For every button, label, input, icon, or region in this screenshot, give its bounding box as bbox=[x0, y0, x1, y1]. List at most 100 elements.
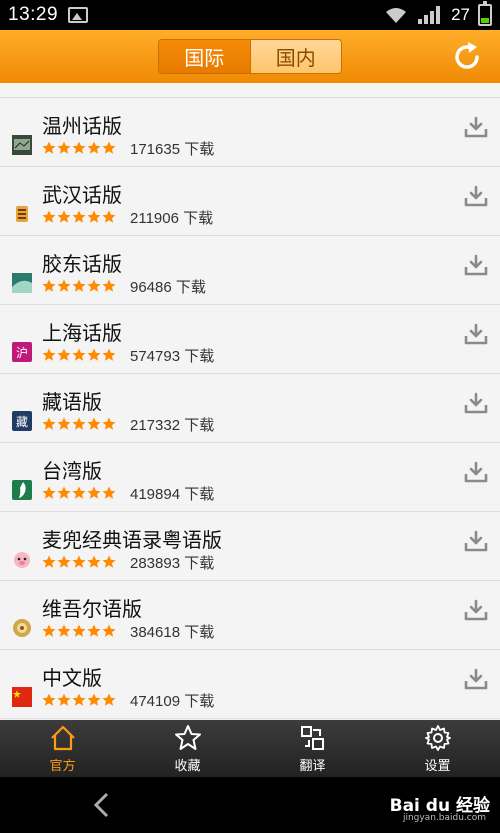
download-button[interactable] bbox=[464, 322, 488, 346]
chinese-flag-app-icon bbox=[12, 687, 32, 707]
rating-star-icon bbox=[72, 209, 86, 228]
rating-star-icon bbox=[57, 140, 71, 159]
item-name: 上海话版 bbox=[42, 321, 122, 345]
nav-official-label: 官方 bbox=[49, 758, 76, 774]
download-count: 419894 下载 bbox=[130, 486, 215, 503]
download-icon bbox=[464, 323, 488, 345]
wuhan-app-icon bbox=[12, 204, 32, 224]
rating-star-icon bbox=[72, 278, 86, 297]
rating-star-icon bbox=[87, 140, 101, 159]
jiaodong-app-icon bbox=[12, 273, 32, 293]
wifi-icon bbox=[386, 8, 407, 23]
list-item[interactable]: 台湾版 419894 下载 bbox=[0, 443, 500, 512]
rating-star-icon bbox=[87, 209, 101, 228]
tibetan-icon-glyph: 藏 bbox=[16, 415, 28, 429]
rating-star-icon bbox=[57, 554, 71, 573]
item-name: 中文版 bbox=[42, 666, 102, 690]
nav-official[interactable]: 官方 bbox=[0, 720, 125, 777]
download-button[interactable] bbox=[464, 598, 488, 622]
battery-level: 27 bbox=[451, 5, 470, 24]
nav-settings[interactable]: 设置 bbox=[375, 720, 500, 777]
tab-international[interactable]: 国际 bbox=[159, 40, 250, 73]
app-list: 温州话版 171635 下载武汉话版 211906 下载胶东话版 96486 下载沪上… bbox=[0, 83, 500, 720]
home-icon bbox=[50, 725, 75, 750]
download-button[interactable] bbox=[464, 184, 488, 208]
star-icon bbox=[174, 724, 201, 750]
download-count: 211906 下载 bbox=[130, 210, 214, 227]
list-item[interactable]: 维吾尔语版 384618 下载 bbox=[0, 581, 500, 650]
rating-star-icon bbox=[42, 209, 56, 228]
download-button[interactable] bbox=[464, 253, 488, 277]
download-icon bbox=[464, 599, 488, 621]
list-item[interactable]: 藏藏语版 217332 下载 bbox=[0, 374, 500, 443]
download-button[interactable] bbox=[464, 391, 488, 415]
watermark-url: jingyan.baidu.com bbox=[402, 813, 486, 823]
rating-star-icon bbox=[87, 485, 101, 504]
download-count: 283893 下载 bbox=[130, 555, 215, 572]
rating-stars bbox=[42, 692, 116, 711]
rating-star-icon bbox=[102, 416, 116, 435]
download-button[interactable] bbox=[464, 667, 488, 691]
list-item[interactable]: 麦兜经典语录粤语版 283893 下载 bbox=[0, 512, 500, 581]
download-count: 474109 下载 bbox=[130, 693, 215, 710]
rating-star-icon bbox=[57, 485, 71, 504]
region-tabs: 国际 国内 bbox=[158, 39, 342, 74]
rating-star-icon bbox=[72, 623, 86, 642]
list-item[interactable]: 胶东话版 96486 下载 bbox=[0, 236, 500, 305]
rating-star-icon bbox=[102, 554, 116, 573]
refresh-icon[interactable] bbox=[450, 40, 484, 74]
rating-star-icon bbox=[87, 416, 101, 435]
rating-star-icon bbox=[57, 278, 71, 297]
download-icon bbox=[464, 668, 488, 690]
nav-favorites[interactable]: 收藏 bbox=[125, 720, 250, 777]
rating-star-icon bbox=[102, 485, 116, 504]
item-name: 麦兜经典语录粤语版 bbox=[42, 528, 222, 552]
rating-star-icon bbox=[102, 140, 116, 159]
rating-star-icon bbox=[72, 140, 86, 159]
translate-icon bbox=[300, 725, 324, 750]
rating-star-icon bbox=[42, 554, 56, 573]
shanghai-app-icon: 沪 bbox=[12, 342, 32, 362]
download-icon bbox=[464, 254, 488, 276]
app-header: 国际 国内 bbox=[0, 30, 500, 83]
signal-icon bbox=[418, 6, 441, 24]
battery-icon bbox=[478, 1, 492, 26]
download-icon bbox=[464, 392, 488, 414]
item-name: 胶东话版 bbox=[42, 252, 122, 276]
download-count: 96486 下载 bbox=[130, 279, 206, 296]
back-icon[interactable] bbox=[90, 791, 114, 819]
mcdull-app-icon bbox=[12, 549, 32, 569]
download-button[interactable] bbox=[464, 529, 488, 553]
list-item[interactable]: 温州话版 171635 下载 bbox=[0, 98, 500, 167]
download-icon bbox=[464, 461, 488, 483]
rating-star-icon bbox=[102, 278, 116, 297]
rating-star-icon bbox=[42, 347, 56, 366]
image-notification-icon bbox=[68, 7, 89, 23]
nav-translate-label: 翻译 bbox=[299, 758, 326, 774]
shanghai-icon-glyph: 沪 bbox=[16, 346, 28, 360]
rating-star-icon bbox=[72, 692, 86, 711]
rating-star-icon bbox=[87, 347, 101, 366]
rating-star-icon bbox=[72, 554, 86, 573]
download-count: 217332 下载 bbox=[130, 417, 215, 434]
list-item[interactable]: 武汉话版 211906 下载 bbox=[0, 167, 500, 236]
rating-star-icon bbox=[102, 209, 116, 228]
rating-star-icon bbox=[57, 416, 71, 435]
rating-star-icon bbox=[87, 554, 101, 573]
list-item[interactable]: 中文版 474109 下载 bbox=[0, 650, 500, 719]
tab-domestic[interactable]: 国内 bbox=[249, 40, 341, 73]
rating-star-icon bbox=[57, 347, 71, 366]
rating-stars bbox=[42, 623, 116, 642]
item-name: 武汉话版 bbox=[42, 183, 122, 207]
system-nav-bar: Bai du 经验 jingyan.baidu.com bbox=[0, 777, 500, 833]
download-count: 384618 下载 bbox=[130, 624, 215, 641]
rating-star-icon bbox=[57, 692, 71, 711]
download-icon bbox=[464, 185, 488, 207]
list-item[interactable]: 沪上海话版 574793 下载 bbox=[0, 305, 500, 374]
download-button[interactable] bbox=[464, 115, 488, 139]
rating-stars bbox=[42, 140, 116, 159]
taiwan-app-icon bbox=[12, 480, 32, 500]
download-button[interactable] bbox=[464, 460, 488, 484]
rating-star-icon bbox=[42, 485, 56, 504]
nav-translate[interactable]: 翻译 bbox=[250, 720, 375, 777]
